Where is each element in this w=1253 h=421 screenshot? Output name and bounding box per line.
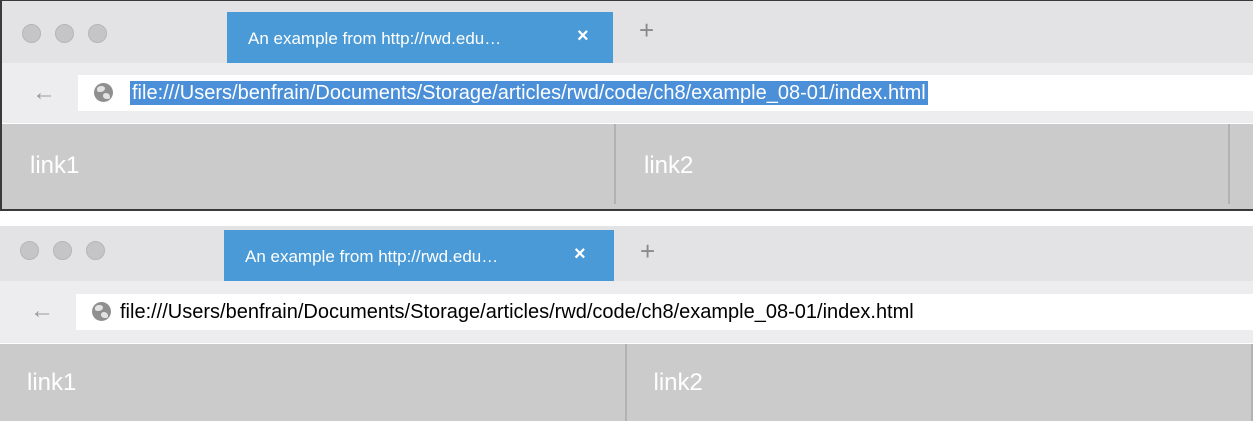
back-arrow-icon[interactable]: ←: [30, 297, 54, 325]
close-tab-icon[interactable]: ×: [574, 243, 586, 266]
window-controls: [20, 241, 105, 260]
back-arrow-icon[interactable]: ←: [32, 79, 56, 107]
close-window-button[interactable]: [22, 24, 41, 43]
window-controls: [22, 24, 107, 43]
tab-bar: An example from http://rwd.edu… × +: [2, 1, 1253, 63]
minimize-window-button[interactable]: [53, 241, 72, 260]
url-text[interactable]: file:///Users/benfrain/Documents/Storage…: [130, 81, 928, 105]
new-tab-icon[interactable]: +: [640, 236, 655, 267]
minimize-window-button[interactable]: [55, 24, 74, 43]
globe-icon: [94, 83, 113, 102]
globe-icon: [92, 302, 111, 321]
browser-window-top: An example from http://rwd.edu… × + ← fi…: [0, 0, 1253, 211]
close-window-button[interactable]: [20, 241, 39, 260]
tab-title: An example from http://rwd.edu…: [248, 29, 502, 48]
page-nav: link1 link2: [2, 124, 1253, 209]
nav-link-1[interactable]: link1: [2, 124, 616, 204]
tab-active[interactable]: An example from http://rwd.edu… ×: [227, 12, 613, 63]
nav-link-2[interactable]: link2: [616, 124, 1230, 204]
maximize-window-button[interactable]: [88, 24, 107, 43]
nav-link-2[interactable]: link2: [627, 344, 1253, 421]
nav-link-label: link1: [30, 152, 80, 179]
nav-link-label: link1: [27, 369, 77, 396]
close-tab-icon[interactable]: ×: [577, 25, 589, 48]
page-nav: link1 link2: [0, 344, 1253, 421]
new-tab-icon[interactable]: +: [639, 15, 654, 46]
tab-active[interactable]: An example from http://rwd.edu… ×: [224, 230, 614, 282]
browser-window-bottom: An example from http://rwd.edu… × + ← fi…: [0, 226, 1253, 421]
tab-title: An example from http://rwd.edu…: [245, 247, 499, 266]
address-bar: ← file:///Users/benfrain/Documents/Stora…: [0, 281, 1253, 343]
maximize-window-button[interactable]: [86, 241, 105, 260]
tab-bar: An example from http://rwd.edu… × +: [0, 226, 1253, 282]
url-field[interactable]: file:///Users/benfrain/Documents/Storage…: [78, 75, 1253, 111]
url-text[interactable]: file:///Users/benfrain/Documents/Storage…: [120, 300, 914, 324]
nav-link-1[interactable]: link1: [0, 344, 627, 421]
nav-link-label: link2: [653, 369, 703, 396]
nav-link-label: link2: [644, 152, 694, 179]
url-field[interactable]: file:///Users/benfrain/Documents/Storage…: [76, 294, 1253, 330]
address-bar: ← file:///Users/benfrain/Documents/Stora…: [2, 63, 1253, 123]
